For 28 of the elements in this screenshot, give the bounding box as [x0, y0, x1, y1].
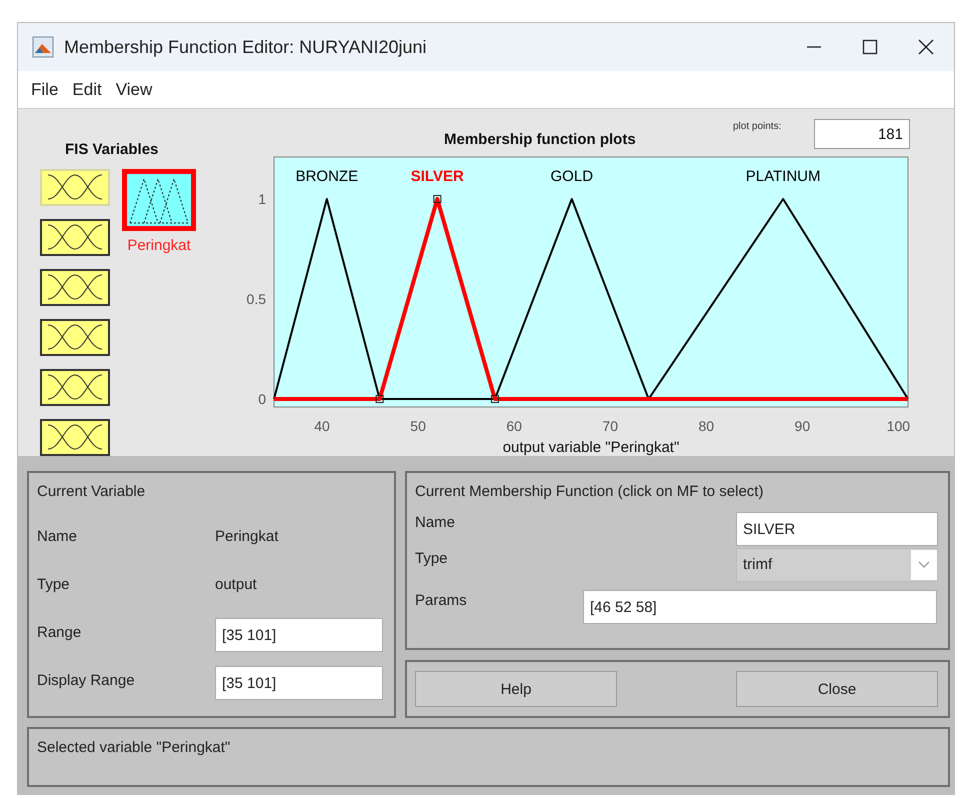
field-label: Range [37, 623, 82, 643]
tick-label: 0 [258, 391, 266, 407]
field-label: Type [37, 575, 71, 595]
tick-label: 100 [886, 418, 910, 434]
field-label: Name [37, 527, 78, 547]
tick-label: 80 [698, 418, 714, 434]
panel-title: Current Variable [37, 483, 146, 500]
field-label: Type [415, 549, 448, 569]
panel-title: FIS Variables [65, 141, 158, 158]
panel-title: Current Membership Function (click on MF to select) [415, 483, 764, 500]
axis-label: output variable "Peringkat" [502, 439, 680, 456]
variable-type: output [215, 575, 258, 595]
tick-label: 0.5 [246, 291, 266, 307]
tick-label: 60 [506, 418, 522, 434]
field-label: Display Range [37, 671, 136, 691]
status-text: Selected variable "Peringkat" [37, 739, 230, 756]
tick-label: 50 [410, 418, 426, 434]
variable-name: Peringkat [215, 527, 280, 547]
chart-title: Membership function plots [444, 131, 636, 148]
window-title: Membership Function Editor: NURYANI20juni [64, 36, 428, 58]
variable-label: Peringkat [127, 237, 191, 254]
field-label: Params [415, 591, 468, 611]
tick-label: 1 [258, 191, 266, 207]
tick-label: 70 [602, 418, 618, 434]
tick-label: 90 [794, 418, 810, 434]
tick-label: 40 [314, 418, 330, 434]
plot-points-label: plot points: [733, 121, 782, 132]
field-label: Name [415, 513, 456, 533]
